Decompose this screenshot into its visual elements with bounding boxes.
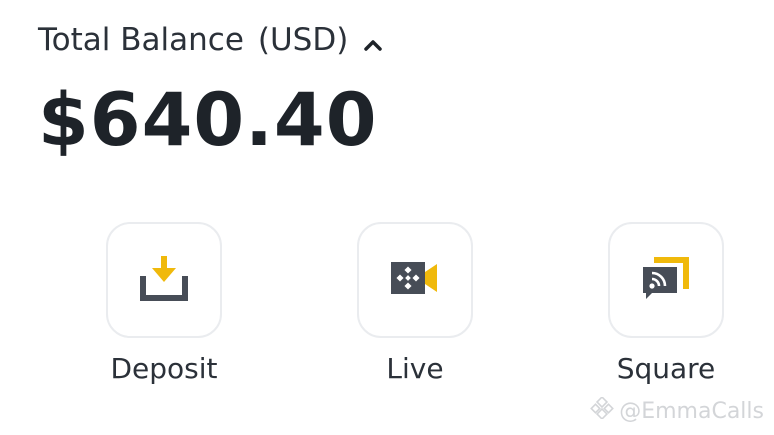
square-label: Square: [616, 352, 716, 385]
square-button[interactable]: Square: [591, 222, 741, 385]
balance-toggle[interactable]: Total Balance (USD): [38, 22, 384, 58]
deposit-label: Deposit: [110, 352, 218, 385]
live-video-icon: [391, 260, 439, 300]
square-tile[interactable]: [608, 222, 724, 338]
deposit-button[interactable]: Deposit: [89, 222, 239, 385]
balance-label-text: Total Balance: [38, 22, 244, 58]
chevron-up-icon: [362, 29, 384, 51]
watermark-text: @EmmaCalls: [619, 398, 764, 424]
watermark: @EmmaCalls: [589, 395, 764, 425]
deposit-icon: [140, 254, 188, 306]
live-label: Live: [386, 352, 444, 385]
binance-logo-icon: [589, 395, 615, 425]
live-button[interactable]: Live: [340, 222, 490, 385]
square-feed-icon: [640, 253, 692, 307]
total-balance-amount: $640.40: [38, 78, 378, 163]
balance-currency: (USD): [257, 22, 349, 58]
live-tile[interactable]: [357, 222, 473, 338]
deposit-tile[interactable]: [106, 222, 222, 338]
